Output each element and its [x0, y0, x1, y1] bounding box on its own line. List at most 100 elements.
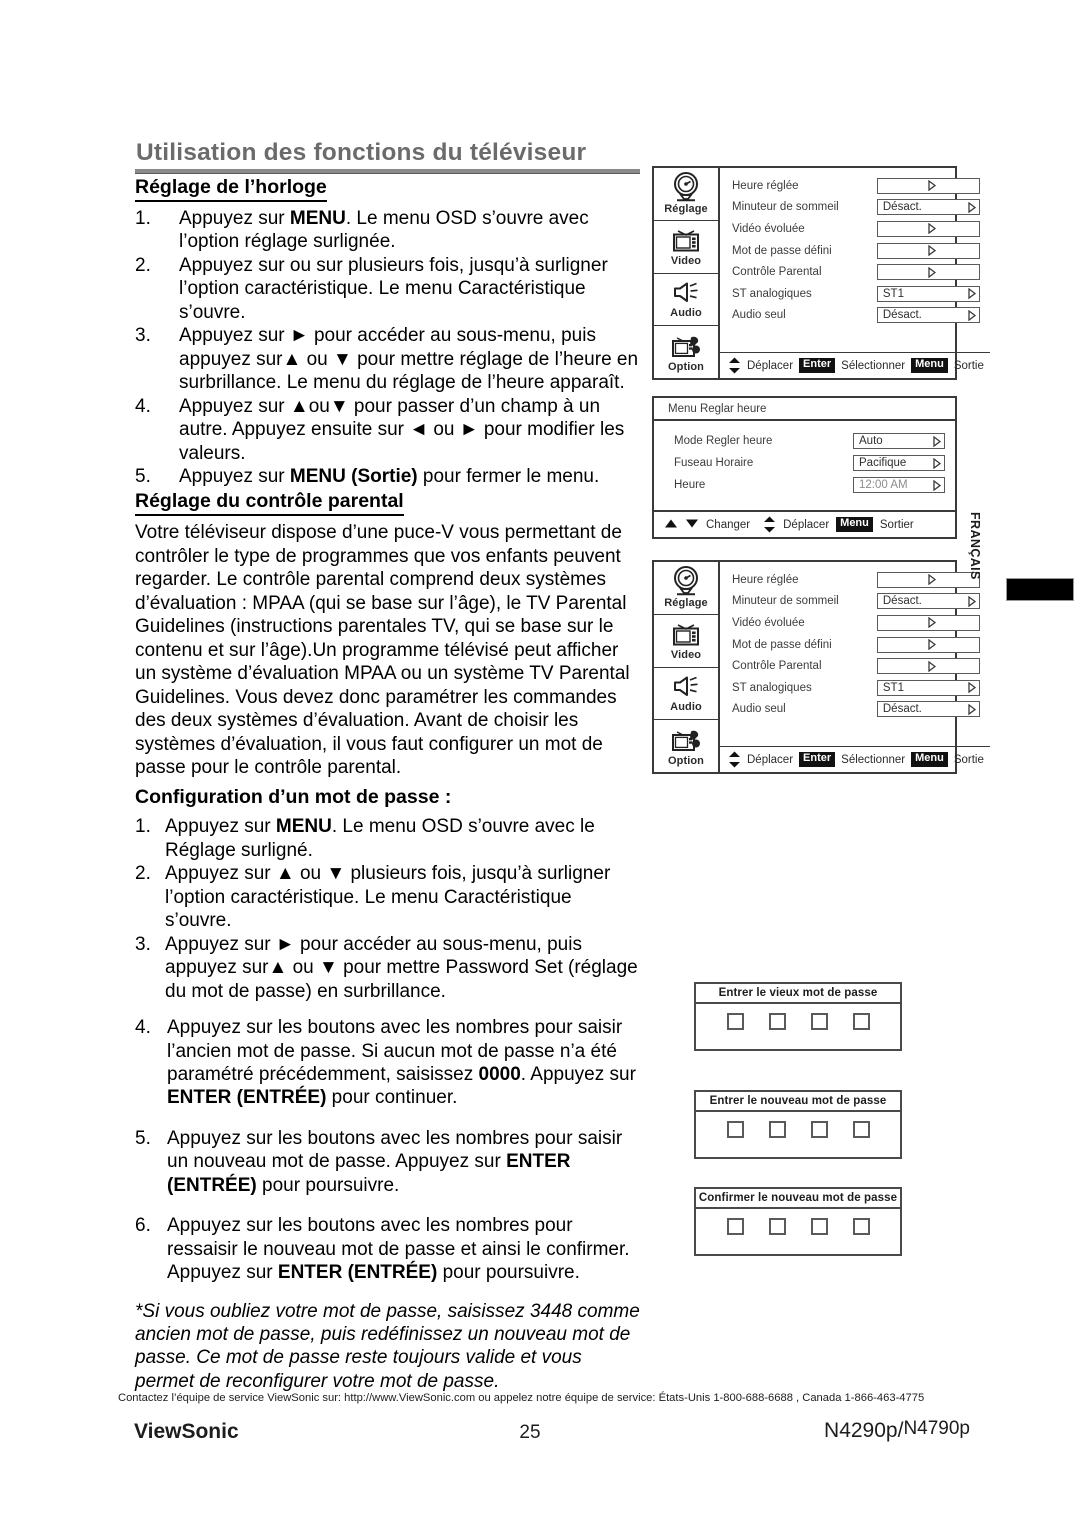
osd-row-value[interactable]: ST1 — [876, 285, 980, 302]
sidebar-item-label: Video — [670, 255, 702, 268]
osd-row-value[interactable] — [876, 656, 980, 677]
footer-contact-note: Contactez l’équipe de service ViewSonic … — [118, 1392, 925, 1404]
osd-row-heure-reglee[interactable]: Heure réglée — [732, 175, 980, 197]
sidebar-item-audio[interactable]: Audio — [654, 274, 718, 327]
password-digit-cell[interactable] — [726, 1013, 744, 1030]
up-down-arrows-icon — [728, 357, 741, 374]
osd-row-controle-parental[interactable]: Contrôle Parental — [732, 261, 980, 283]
language-tab-label: FRANÇAIS — [968, 512, 982, 580]
osd-footer-hints: Déplacer Enter Sélectionner Menu Sortie — [720, 746, 990, 772]
osd-row-controle-parental[interactable]: Contrôle Parental — [732, 655, 980, 677]
step-text-before: Appuyez sur ou sur plusieurs fois, jusqu… — [179, 254, 608, 323]
sidebar-item-video[interactable]: Video — [654, 615, 718, 668]
osd-row-st-analogiques[interactable]: ST analogiques ST1 — [732, 283, 980, 305]
sidebar-item-label: Audio — [670, 701, 702, 714]
step-text-before: Appuyez sur ► pour accéder au sous-menu,… — [179, 325, 639, 394]
title-divider — [135, 169, 640, 174]
osd-row-value[interactable]: ST1 — [876, 679, 980, 696]
enter-key-badge[interactable]: Enter — [799, 752, 836, 767]
osd-row-mot-de-passe-defini[interactable]: Mot de passe défini — [732, 634, 980, 656]
menu-key-badge[interactable]: Menu — [911, 752, 948, 767]
password-digit-cell[interactable] — [726, 1218, 744, 1235]
osd-row-value[interactable]: Pacifique — [853, 455, 945, 471]
osd-value-text: Désact. — [882, 201, 922, 214]
step-number: 5. — [135, 465, 151, 487]
password-digit-cell[interactable] — [852, 1121, 870, 1138]
osd-row-audio-seul[interactable]: Audio seul Désact. — [732, 305, 980, 327]
osd-row-minuteur-sommeil[interactable]: Minuteur de sommeil Désact. — [732, 591, 980, 613]
password-digit-cell[interactable] — [810, 1013, 828, 1030]
chevron-right-icon — [921, 656, 937, 677]
password-digit-cell[interactable] — [852, 1013, 870, 1030]
osd-row-video-evoluee[interactable]: Vidéo évoluée — [732, 612, 980, 634]
osd-row-value[interactable] — [876, 220, 980, 237]
step-number: 3. — [135, 325, 151, 347]
sidebar-item-option[interactable]: Option — [654, 720, 718, 772]
osd-row-value[interactable]: Désact. — [876, 593, 980, 610]
osd-row-value[interactable]: Désact. — [876, 307, 980, 324]
osd-row-label: Audio seul — [732, 703, 786, 716]
osd-row-mot-de-passe-defini[interactable]: Mot de passe défini — [732, 240, 980, 262]
hint-move-label: Déplacer — [747, 359, 794, 372]
password-dialog-new: Entrer le nouveau mot de passe — [694, 1090, 902, 1159]
step-bold-2: ENTER (ENTRÉE) — [277, 1262, 438, 1284]
manual-page: Utilisation des fonctions du téléviseur … — [0, 0, 1080, 1528]
osd-row-value[interactable]: Désact. — [876, 199, 980, 216]
footer-page-number: 25 — [519, 1422, 541, 1443]
osd-row-heure-reglee[interactable]: Heure réglée — [732, 569, 980, 591]
osd-row-minuteur-sommeil[interactable]: Minuteur de sommeil Désact. — [732, 197, 980, 219]
clock-steps-list: 1. Appuyez sur MENU. Le menu OSD s’ouvre … — [135, 207, 640, 488]
osd-clock-rows: Mode Regler heure Auto Fuseau Horaire Pa… — [654, 421, 955, 510]
password-digit-cell[interactable] — [810, 1121, 828, 1138]
chevron-right-icon — [968, 595, 976, 607]
osd-value-text: Désact. — [882, 595, 922, 608]
password-fields — [696, 1004, 900, 1030]
osd-row-label: Contrôle Parental — [732, 266, 822, 279]
osd-value-text: Désact. — [882, 309, 922, 322]
sidebar-item-video[interactable]: Video — [654, 221, 718, 274]
osd-row-value[interactable] — [876, 262, 980, 283]
enter-key-badge[interactable]: Enter — [799, 358, 836, 373]
osd-row-value[interactable] — [876, 177, 980, 194]
osd-row-value[interactable]: Auto — [853, 433, 945, 449]
menu-key-badge[interactable]: Menu — [911, 358, 948, 373]
chevron-right-icon — [921, 240, 937, 261]
step-text-after: pour fermer le menu. — [417, 465, 600, 487]
parental-heading: Réglage du contrôle parental — [135, 490, 404, 517]
sidebar-item-reglage[interactable]: Réglage — [654, 168, 718, 221]
model-left: N4290p/ — [824, 1419, 904, 1442]
osd-row-mode-regler-heure[interactable]: Mode Regler heure Auto — [674, 430, 945, 452]
password-digit-cell[interactable] — [768, 1218, 786, 1235]
osd-row-value[interactable]: 12:00 AM — [853, 477, 945, 493]
model-right: N4790p — [903, 1418, 970, 1439]
osd-clock-footer-hints: Changer Déplacer Menu Sortier — [654, 510, 955, 537]
osd-row-audio-seul[interactable]: Audio seul Désact. — [732, 699, 980, 721]
osd-row-video-evoluee[interactable]: Vidéo évoluée — [732, 218, 980, 240]
sidebar-item-audio[interactable]: Audio — [654, 668, 718, 721]
menu-key-badge[interactable]: Menu — [836, 517, 873, 532]
osd-row-label: ST analogiques — [732, 287, 812, 300]
clock-section-header: Réglage de l’horloge — [135, 176, 640, 205]
password-digit-cell[interactable] — [852, 1218, 870, 1235]
osd-row-st-analogiques[interactable]: ST analogiques ST1 — [732, 677, 980, 699]
list-item: 1. Appuyez sur MENU. Le menu OSD s’ouvre … — [135, 207, 640, 254]
chevron-right-icon — [921, 262, 937, 283]
osd-main-panel: Heure réglée Minuteur de sommeil Désact. — [720, 168, 990, 378]
osd-row-fuseau-horaire[interactable]: Fuseau Horaire Pacifique — [674, 452, 945, 474]
list-item: 3. Appuyez sur ► pour accéder au sous-men… — [135, 933, 640, 1003]
chevron-right-icon — [933, 435, 941, 447]
osd-row-label: Mot de passe défini — [732, 638, 832, 651]
password-digit-cell[interactable] — [810, 1218, 828, 1235]
password-digit-cell[interactable] — [768, 1121, 786, 1138]
osd-row-value[interactable] — [876, 571, 980, 588]
osd-row-label: Vidéo évoluée — [732, 616, 805, 629]
osd-row-value[interactable]: Désact. — [876, 701, 980, 718]
osd-row-value[interactable] — [876, 636, 980, 653]
sidebar-item-reglage[interactable]: Réglage — [654, 562, 718, 615]
osd-row-value[interactable] — [876, 240, 980, 261]
osd-row-value[interactable] — [876, 614, 980, 631]
password-digit-cell[interactable] — [726, 1121, 744, 1138]
osd-row-heure[interactable]: Heure 12:00 AM — [674, 474, 945, 496]
password-digit-cell[interactable] — [768, 1013, 786, 1030]
sidebar-item-option[interactable]: Option — [654, 326, 718, 378]
